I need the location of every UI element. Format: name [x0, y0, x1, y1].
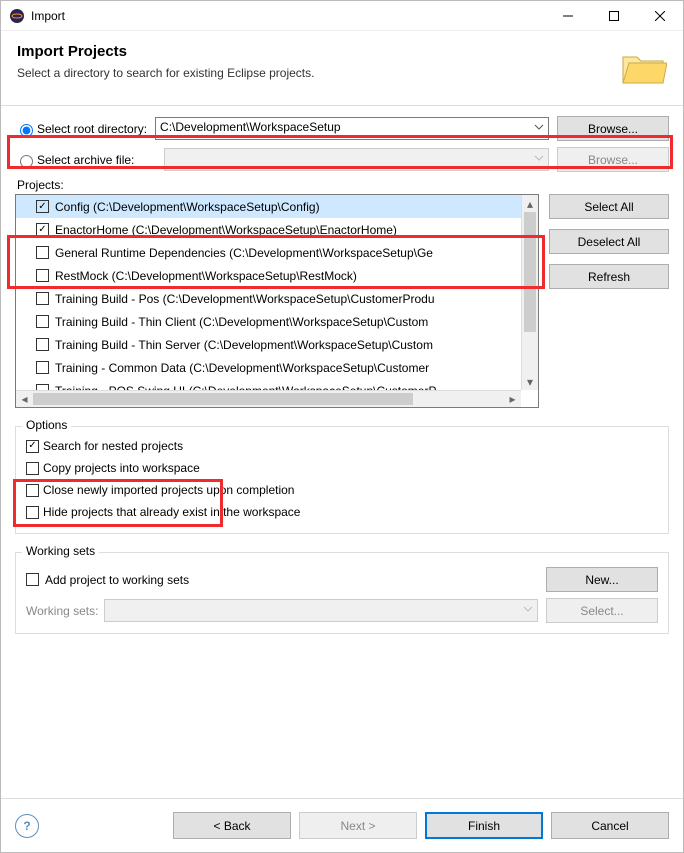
deselect-all-button[interactable]: Deselect All — [549, 229, 669, 254]
projects-listbox[interactable]: Config (C:\Development\WorkspaceSetup\Co… — [15, 194, 539, 408]
scroll-up-icon[interactable]: ▴ — [522, 195, 538, 212]
root-directory-label: Select root directory: — [37, 122, 147, 136]
project-row[interactable]: General Runtime Dependencies (C:\Develop… — [16, 241, 521, 264]
projects-label: Projects: — [17, 178, 669, 192]
scroll-thumb[interactable] — [33, 393, 413, 405]
project-row[interactable]: Training Build - Thin Server (C:\Develop… — [16, 333, 521, 356]
scroll-thumb[interactable] — [524, 212, 536, 332]
hide-existing-label: Hide projects that already exist in the … — [43, 505, 300, 519]
project-row[interactable]: EnactorHome (C:\Development\WorkspaceSet… — [16, 218, 521, 241]
project-checkbox[interactable] — [36, 292, 49, 305]
refresh-button[interactable]: Refresh — [549, 264, 669, 289]
project-label: General Runtime Dependencies (C:\Develop… — [55, 246, 433, 260]
project-label: RestMock (C:\Development\WorkspaceSetup\… — [55, 269, 357, 283]
project-checkbox[interactable] — [36, 361, 49, 374]
maximize-button[interactable] — [591, 1, 637, 31]
add-to-working-sets-checkbox[interactable] — [26, 573, 39, 586]
help-button[interactable]: ? — [15, 814, 39, 838]
project-label: Training Build - Thin Client (C:\Develop… — [55, 315, 428, 329]
archive-file-label: Select archive file: — [37, 153, 134, 167]
copy-into-workspace-checkbox[interactable]: Copy projects into workspace — [26, 457, 658, 479]
finish-button[interactable]: Finish — [425, 812, 543, 839]
chevron-down-icon — [534, 153, 544, 163]
checkbox-icon[interactable] — [26, 484, 39, 497]
project-label: Training - Common Data (C:\Development\W… — [55, 361, 429, 375]
working-sets-label: Working sets: — [26, 604, 98, 618]
add-to-working-sets-label: Add project to working sets — [45, 573, 538, 587]
page-title: Import Projects — [17, 43, 314, 60]
select-working-set-button: Select... — [546, 598, 658, 623]
options-group: Options Search for nested projects Copy … — [15, 426, 669, 534]
project-checkbox[interactable] — [36, 269, 49, 282]
project-checkbox[interactable] — [36, 200, 49, 213]
project-checkbox[interactable] — [36, 246, 49, 259]
project-row[interactable]: RestMock (C:\Development\WorkspaceSetup\… — [16, 264, 521, 287]
window-title: Import — [31, 9, 545, 23]
cancel-button[interactable]: Cancel — [551, 812, 669, 839]
archive-file-field — [164, 148, 549, 171]
project-checkbox[interactable] — [36, 338, 49, 351]
next-button: Next > — [299, 812, 417, 839]
checkbox-icon[interactable] — [26, 506, 39, 519]
project-label: Training Build - Pos (C:\Development\Wor… — [55, 292, 435, 306]
working-sets-legend: Working sets — [22, 544, 99, 558]
chevron-down-icon — [523, 604, 533, 614]
import-folder-icon — [619, 43, 667, 91]
close-newly-imported-checkbox[interactable]: Close newly imported projects upon compl… — [26, 479, 658, 501]
horizontal-scrollbar[interactable]: ◂ ▸ — [16, 390, 521, 407]
project-label: Config (C:\Development\WorkspaceSetup\Co… — [55, 200, 320, 214]
minimize-button[interactable] — [545, 1, 591, 31]
project-row[interactable]: Training Build - Pos (C:\Development\Wor… — [16, 287, 521, 310]
options-legend: Options — [22, 418, 71, 432]
search-nested-checkbox[interactable]: Search for nested projects — [26, 435, 658, 457]
eclipse-icon — [9, 8, 25, 24]
checkbox-icon[interactable] — [26, 462, 39, 475]
browse-archive-button: Browse... — [557, 147, 669, 172]
project-row[interactable]: Config (C:\Development\WorkspaceSetup\Co… — [16, 195, 521, 218]
archive-file-radio-input[interactable] — [20, 155, 33, 168]
project-label: Training Build - Thin Server (C:\Develop… — [55, 338, 433, 352]
select-all-button[interactable]: Select All — [549, 194, 669, 219]
vertical-scrollbar[interactable]: ▴ ▾ — [521, 195, 538, 390]
new-working-set-button[interactable]: New... — [546, 567, 658, 592]
project-row[interactable]: Training - POS Swing UI (C:\Development\… — [16, 379, 521, 390]
root-directory-radio-input[interactable] — [20, 124, 33, 137]
working-sets-group: Working sets Add project to working sets… — [15, 552, 669, 634]
checkbox-icon[interactable] — [26, 440, 39, 453]
scroll-down-icon[interactable]: ▾ — [522, 373, 538, 390]
archive-file-radio[interactable]: Select archive file: — [15, 152, 134, 168]
working-sets-field — [104, 599, 538, 622]
project-row[interactable]: Training - Common Data (C:\Development\W… — [16, 356, 521, 379]
page-subtitle: Select a directory to search for existin… — [17, 66, 314, 80]
root-directory-value: C:\Development\WorkspaceSetup — [160, 120, 341, 134]
wizard-footer: ? < Back Next > Finish Cancel — [1, 798, 683, 852]
root-directory-field[interactable]: C:\Development\WorkspaceSetup — [155, 117, 549, 140]
close-newly-imported-label: Close newly imported projects upon compl… — [43, 483, 294, 497]
root-directory-radio[interactable]: Select root directory: — [15, 121, 147, 137]
search-nested-label: Search for nested projects — [43, 439, 183, 453]
browse-root-button[interactable]: Browse... — [557, 116, 669, 141]
project-row[interactable]: Training Build - Thin Client (C:\Develop… — [16, 310, 521, 333]
hide-existing-checkbox[interactable]: Hide projects that already exist in the … — [26, 501, 658, 523]
scroll-right-icon[interactable]: ▸ — [504, 391, 521, 407]
project-checkbox[interactable] — [36, 315, 49, 328]
chevron-down-icon[interactable] — [534, 122, 544, 132]
copy-into-workspace-label: Copy projects into workspace — [43, 461, 200, 475]
project-checkbox[interactable] — [36, 223, 49, 236]
project-label: EnactorHome (C:\Development\WorkspaceSet… — [55, 223, 397, 237]
titlebar: Import — [1, 1, 683, 31]
back-button[interactable]: < Back — [173, 812, 291, 839]
scroll-left-icon[interactable]: ◂ — [16, 391, 33, 407]
wizard-header: Import Projects Select a directory to se… — [1, 31, 683, 106]
close-button[interactable] — [637, 1, 683, 31]
